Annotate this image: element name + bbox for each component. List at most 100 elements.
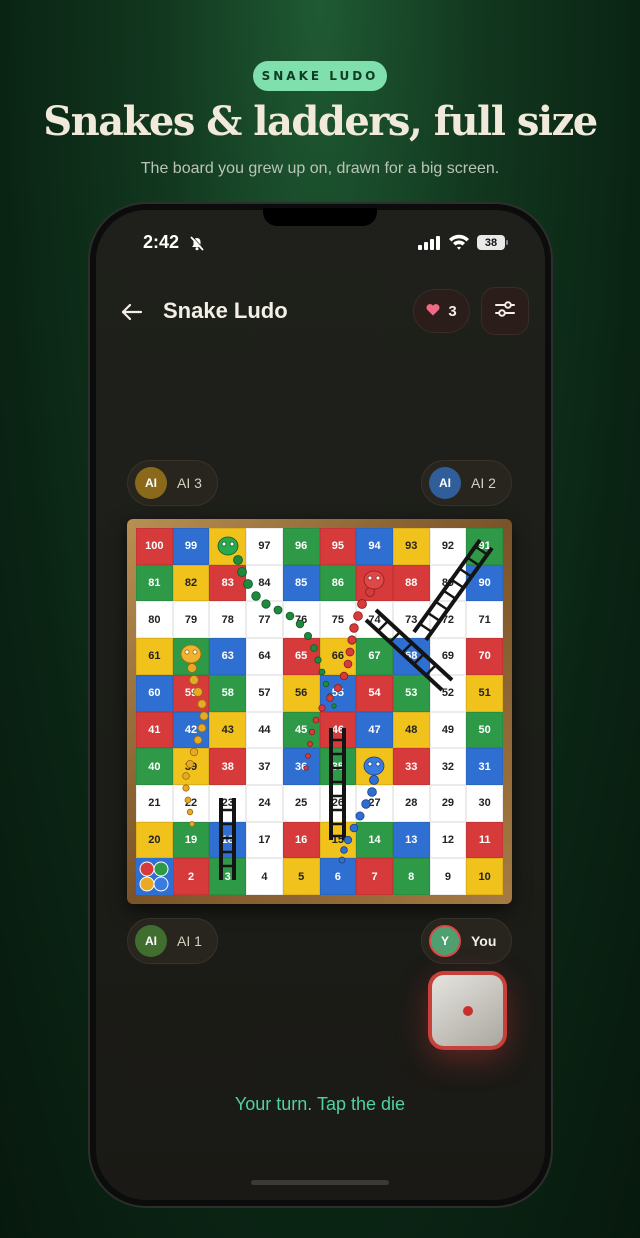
- board-cell: 47: [356, 711, 393, 749]
- board-cell: 3: [209, 858, 247, 895]
- cellular-signal-icon: [418, 235, 442, 254]
- board-cell: 86: [319, 564, 357, 602]
- board-cell: 43: [209, 711, 247, 749]
- board-cell: 97: [246, 528, 283, 565]
- board-cell: 42: [172, 711, 210, 749]
- board-cell: 29: [429, 784, 467, 822]
- board-cell: 4: [246, 858, 283, 895]
- avatar: AI: [135, 925, 167, 957]
- player-name: AI 3: [177, 475, 202, 491]
- board-cell: 81: [136, 564, 173, 602]
- board-cell: 77: [246, 601, 283, 639]
- battery-level: 38: [484, 236, 498, 249]
- board-cell: 10: [466, 858, 503, 895]
- board-cell: 90: [466, 564, 503, 602]
- board-cell: 55: [319, 674, 357, 712]
- board-cell: 59: [172, 674, 210, 712]
- player-name: AI 2: [471, 475, 496, 491]
- avatar: AI: [429, 467, 461, 499]
- lives-counter[interactable]: 3: [413, 289, 470, 333]
- board-cell: 78: [209, 601, 247, 639]
- board-cell: 11: [466, 821, 503, 859]
- lives-count: 3: [448, 302, 457, 320]
- board-cell: 2: [172, 858, 210, 895]
- player-chip-ai2: AI AI 2: [421, 460, 512, 506]
- board-cell: 24: [246, 784, 283, 822]
- board-cell: 37: [246, 748, 283, 785]
- board-cell: 95: [319, 528, 357, 565]
- board-cell: 6: [319, 858, 357, 895]
- home-indicator[interactable]: [251, 1180, 389, 1185]
- board-cell: 92: [429, 528, 467, 565]
- die-pip: [463, 1006, 473, 1016]
- player-chip-you: Y You: [421, 918, 512, 964]
- board-cell: 20: [136, 821, 173, 859]
- board-cell: 98: [209, 528, 247, 565]
- board-cell: 75: [319, 601, 357, 639]
- headline: Snakes & ladders, full size: [43, 98, 598, 145]
- sliders-icon: [494, 300, 516, 322]
- board-cell: 14: [356, 821, 393, 859]
- board-cell: 93: [392, 528, 430, 565]
- settings-sliders-button[interactable]: [481, 287, 529, 335]
- game-board: 100 99 98 97 96 95 94 93 92 91 81 82 83 84 85 86 87 88 89 9…: [136, 528, 503, 895]
- app-tag-label: SNAKE LUDO: [261, 69, 379, 83]
- bell-muted-icon: [188, 234, 206, 256]
- roll-die-button[interactable]: [428, 971, 507, 1050]
- board-cell: 54: [356, 674, 393, 712]
- board-cell: 49: [429, 711, 467, 749]
- board-cell: 28: [392, 784, 430, 822]
- board-cell: 82: [172, 564, 210, 602]
- board-cell: 33: [392, 748, 430, 785]
- board-cell: 74: [356, 601, 393, 639]
- board-cell: 88: [392, 564, 430, 602]
- board-cell: 84: [246, 564, 283, 602]
- turn-message: Your turn. Tap the die: [234, 1094, 406, 1114]
- back-arrow-icon[interactable]: [120, 300, 144, 328]
- player-chip-ai3: AI AI 3: [127, 460, 218, 506]
- board-cell: 38: [209, 748, 247, 785]
- page-title: Snake Ludo: [163, 298, 288, 323]
- board-cell: 71: [466, 601, 503, 639]
- board-cell: 41: [136, 711, 173, 749]
- board-cell: 35: [319, 748, 357, 785]
- board-cell: 66: [319, 638, 357, 675]
- board-cell: 51: [466, 674, 503, 712]
- board-cell: 69: [429, 638, 467, 675]
- board-cell: 53: [392, 674, 430, 712]
- board-cell: 46: [319, 711, 357, 749]
- board-cell: 61: [136, 638, 173, 675]
- board-cell: 83: [209, 564, 247, 602]
- battery-indicator: 38: [477, 235, 505, 250]
- board-cell: 87: [356, 564, 393, 602]
- board-cell: 26: [319, 784, 357, 822]
- board-cell: 22: [172, 784, 210, 822]
- board-cell: 27: [356, 784, 393, 822]
- board-cell: 94: [356, 528, 393, 565]
- board-cell: 65: [282, 638, 320, 675]
- board-cell: 8: [392, 858, 430, 895]
- board-cell: 21: [136, 784, 173, 822]
- board-cell: 15: [319, 821, 357, 859]
- board-cell: 89: [429, 564, 467, 602]
- board-cell: 17: [246, 821, 283, 859]
- board-cell: 39: [172, 748, 210, 785]
- board-cell: 96: [282, 528, 320, 565]
- player-name: AI 1: [177, 933, 202, 949]
- board-cell: 62: [172, 638, 210, 675]
- board-cell: 19: [172, 821, 210, 859]
- board-cell: 13: [392, 821, 430, 859]
- app-tag-pill: SNAKE LUDO: [253, 61, 387, 91]
- board-cell: 18: [209, 821, 247, 859]
- board-cell: 9: [429, 858, 467, 895]
- board-cell: 52: [429, 674, 467, 712]
- board-cell: 40: [136, 748, 173, 785]
- subline: The board you grew up on, drawn for a bi…: [140, 160, 500, 177]
- board-cell: 80: [136, 601, 173, 639]
- board-cell: 30: [466, 784, 503, 822]
- board-cell: 34: [356, 748, 393, 785]
- status-time: 2:42: [143, 232, 180, 252]
- avatar: Y: [429, 925, 461, 957]
- board-cell: 5: [282, 858, 320, 895]
- board-cell: 31: [466, 748, 503, 785]
